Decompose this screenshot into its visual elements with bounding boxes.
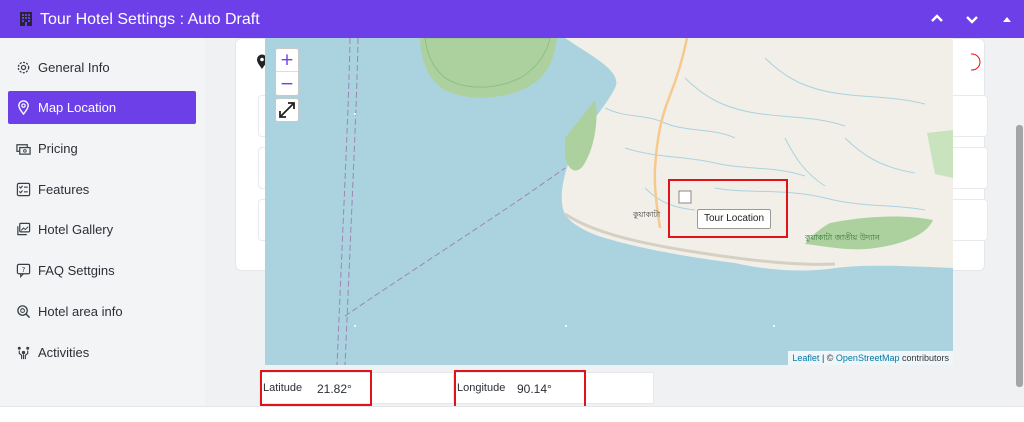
bottom-bar xyxy=(0,406,1024,422)
map-attribution: Leaflet | © OpenStreetMap contributors xyxy=(788,351,953,365)
sidebar-item-label: Activities xyxy=(38,345,90,360)
sidebar-item-hotel-area-info[interactable]: Hotel area info xyxy=(8,295,196,328)
sidebar-item-activities[interactable]: Activities xyxy=(8,336,196,369)
map-pin-icon xyxy=(18,100,29,115)
sidebar-item-label: General Info xyxy=(38,60,110,75)
zoom-out-button[interactable]: − xyxy=(276,73,298,96)
area-search-icon xyxy=(17,305,31,319)
osm-link[interactable]: OpenStreetMap xyxy=(836,353,900,363)
sidebar-item-label: Hotel Gallery xyxy=(38,222,114,237)
map-location-panel: কুয়াকাটা কুয়াকাটা জাতীয় উদ্যান + − To… xyxy=(205,38,1015,406)
sidebar-item-label: Hotel area info xyxy=(38,304,123,319)
chevron-up-icon[interactable] xyxy=(928,10,946,28)
caret-up-icon[interactable] xyxy=(998,10,1016,28)
svg-text:?: ? xyxy=(22,265,26,274)
sidebar-item-hotel-gallery[interactable]: Hotel Gallery xyxy=(8,213,196,246)
chevron-down-icon[interactable] xyxy=(963,10,981,28)
sidebar-item-pricing[interactable]: Pricing xyxy=(8,132,196,165)
zoom-control: + − xyxy=(275,48,299,96)
map-tiles[interactable]: কুয়াকাটা কুয়াকাটা জাতীয় উদ্যান xyxy=(265,38,953,365)
page-title: Tour Hotel Settings : Auto Draft xyxy=(40,11,260,28)
fullscreen-button[interactable] xyxy=(275,98,299,122)
map-label-park: কুয়াকাটা জাতীয় উদ্যান xyxy=(804,232,880,242)
map-label-kuakata: কুয়াকাটা xyxy=(632,209,661,219)
sidebar-item-faq-settings[interactable]: ? FAQ Settgins xyxy=(8,254,196,287)
longitude-highlight xyxy=(454,370,586,408)
attribution-suffix: contributors xyxy=(899,353,949,363)
scrollbar-thumb[interactable] xyxy=(1016,125,1023,387)
sidebar-item-label: Map Location xyxy=(38,100,117,115)
hotel-icon xyxy=(20,12,32,26)
clear-location-icon[interactable] xyxy=(971,53,985,71)
gallery-icon xyxy=(17,222,31,236)
sidebar: General Info Map Location Pricing Featur… xyxy=(0,38,205,406)
sidebar-item-label: Features xyxy=(38,182,90,197)
map-widget[interactable]: কুয়াকাটা কুয়াকাটা জাতীয় উদ্যান + − To… xyxy=(265,38,953,365)
title-bar: Tour Hotel Settings : Auto Draft xyxy=(0,0,1024,38)
fullscreen-icon xyxy=(279,102,295,118)
sidebar-item-label: Pricing xyxy=(38,141,78,156)
activities-icon xyxy=(17,346,30,360)
gear-icon xyxy=(17,61,30,74)
sidebar-item-general-info[interactable]: General Info xyxy=(8,51,196,84)
sidebar-item-map-location[interactable]: Map Location xyxy=(8,91,196,124)
sidebar-item-features[interactable]: Features xyxy=(8,173,196,206)
attribution-separator: | © xyxy=(819,353,836,363)
money-stack-icon xyxy=(16,144,31,155)
checklist-icon xyxy=(16,182,31,197)
zoom-in-button[interactable]: + xyxy=(276,49,298,72)
sidebar-item-label: FAQ Settgins xyxy=(38,263,115,278)
latitude-highlight xyxy=(260,370,372,406)
tour-location-highlight xyxy=(668,179,788,238)
faq-chat-icon: ? xyxy=(16,263,31,278)
leaflet-link[interactable]: Leaflet xyxy=(792,353,819,363)
